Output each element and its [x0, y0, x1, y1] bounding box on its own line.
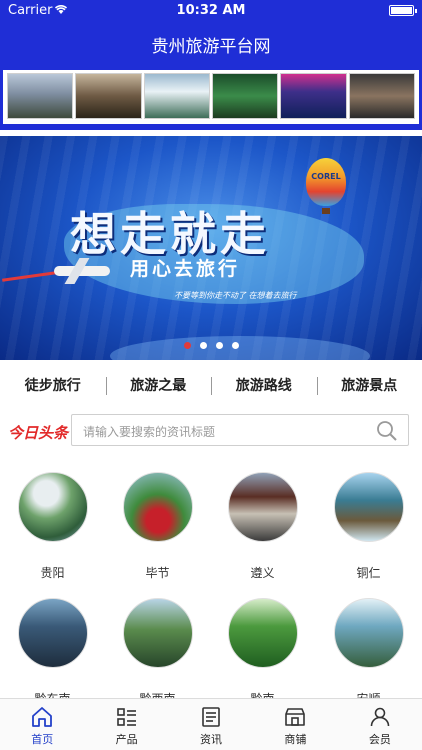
- search-row: 今日头条 请输入要搜索的资讯标题: [0, 412, 422, 452]
- balloon-label: COREL: [311, 172, 341, 181]
- airplane-icon: [54, 266, 110, 276]
- carousel-dot[interactable]: [215, 342, 223, 349]
- tab-shops[interactable]: 商铺: [253, 699, 337, 750]
- strip-photo: [348, 73, 415, 119]
- bottom-tab-bar: 首页 产品 资讯 商铺 会员: [0, 698, 422, 750]
- region-photo: [17, 598, 88, 668]
- store-icon: [285, 708, 306, 726]
- region-label: 遵义: [250, 566, 275, 580]
- top-bar: Carrier 10:32 AM 贵州旅游平台网: [0, 0, 422, 64]
- region-item-tongren[interactable]: 铜仁: [316, 472, 421, 581]
- strip-photo: [75, 73, 142, 119]
- carousel-dot[interactable]: [199, 342, 207, 349]
- region-photo: [333, 598, 404, 668]
- tab-label: 会员: [368, 733, 391, 746]
- search-icon[interactable]: [376, 420, 398, 442]
- region-photo: [227, 472, 298, 542]
- page-title: 贵州旅游平台网: [151, 37, 271, 57]
- photo-strip: [0, 64, 422, 130]
- tab-label: 商铺: [284, 733, 307, 746]
- search-placeholder: 请输入要搜索的资讯标题: [83, 425, 216, 439]
- region-label: 铜仁: [356, 566, 381, 580]
- home-icon: [32, 707, 53, 727]
- region-item-bijie[interactable]: 毕节: [105, 472, 210, 581]
- region-item-anshun[interactable]: 安顺: [316, 598, 421, 698]
- hot-air-balloon-icon: [306, 158, 346, 206]
- category-tabs: 徒步旅行 旅游之最 旅游路线 旅游景点: [0, 362, 422, 408]
- tab-label: 首页: [31, 733, 54, 746]
- grid-list-icon: [116, 708, 136, 726]
- toutiao-logo: 今日头条: [8, 424, 69, 442]
- tab-hiking[interactable]: 徒步旅行: [0, 375, 106, 395]
- banner-subtitle: 用心去旅行: [130, 258, 241, 280]
- region-photo: [17, 472, 88, 542]
- strip-photo: [280, 73, 347, 119]
- region-photo: [122, 472, 193, 542]
- tab-news[interactable]: 资讯: [169, 699, 253, 750]
- region-grid: 贵阳 毕节 遵义 铜仁 黔东南 黔西南 黔南 安顺: [0, 466, 422, 698]
- region-photo: [227, 598, 298, 668]
- region-item-qianxinan[interactable]: 黔西南: [105, 598, 210, 698]
- banner-slogan: 不要等到你走不动了 在想着去旅行: [174, 291, 297, 300]
- tab-travel-best[interactable]: 旅游之最: [105, 375, 212, 395]
- tab-scenic-spots[interactable]: 旅游景点: [316, 375, 422, 395]
- carousel-dot[interactable]: [183, 342, 191, 349]
- tab-home[interactable]: 首页: [0, 699, 84, 750]
- tab-products[interactable]: 产品: [84, 699, 168, 750]
- carousel-dot[interactable]: [231, 342, 239, 349]
- region-photo: [333, 472, 404, 542]
- region-item-guiyang[interactable]: 贵阳: [0, 472, 105, 581]
- region-label: 贵阳: [40, 566, 65, 580]
- search-input[interactable]: 请输入要搜索的资讯标题: [71, 414, 409, 446]
- region-item-zunyi[interactable]: 遵义: [210, 472, 315, 581]
- region-label: 毕节: [145, 566, 170, 580]
- banner-carousel[interactable]: COREL 想走就走 用心去旅行 不要等到你走不动了 在想着去旅行: [0, 136, 422, 360]
- region-label: 黔南: [210, 690, 315, 698]
- newspaper-icon: [202, 707, 220, 727]
- balloon-basket: [322, 208, 330, 214]
- region-item-qiandongnan[interactable]: 黔东南: [0, 598, 105, 698]
- strip-photo: [211, 73, 279, 119]
- strip-photo: [7, 73, 74, 119]
- region-label: 黔东南: [0, 690, 105, 698]
- status-bar: Carrier 10:32 AM: [0, 0, 422, 22]
- status-time: 10:32 AM: [176, 3, 246, 18]
- battery-icon: [389, 5, 417, 16]
- tab-member[interactable]: 会员: [338, 699, 422, 750]
- region-label: 安顺: [316, 690, 421, 698]
- strip-photo: [143, 73, 210, 119]
- tab-label: 资讯: [200, 733, 223, 746]
- region-label: 黔西南: [105, 690, 210, 698]
- region-item-qiannan[interactable]: 黔南: [210, 598, 315, 698]
- region-photo: [122, 598, 193, 668]
- tab-travel-routes[interactable]: 旅游路线: [211, 375, 317, 395]
- tab-label: 产品: [115, 733, 138, 746]
- carousel-indicator: [0, 342, 422, 349]
- user-icon: [370, 707, 390, 727]
